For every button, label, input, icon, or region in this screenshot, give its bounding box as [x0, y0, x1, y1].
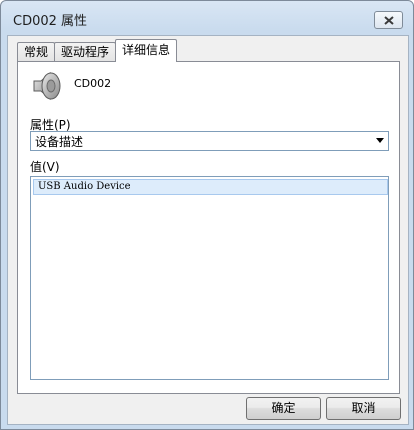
tab-driver[interactable]: 驱动程序 [54, 42, 117, 62]
dropdown-arrow-icon[interactable] [376, 138, 384, 143]
tab-details[interactable]: 详细信息 [115, 39, 178, 62]
cancel-button[interactable]: 取消 [326, 397, 401, 420]
list-item[interactable]: USB Audio Device [33, 179, 388, 195]
tab-strip: 常规 驱动程序 详细信息 [17, 39, 178, 62]
speaker-icon [33, 71, 61, 101]
value-label: 值(V) [30, 160, 60, 174]
property-selected-value: 设备描述 [35, 135, 84, 149]
details-panel: CD002 属性(P) 设备描述 值(V) USB Audio Device [17, 61, 400, 394]
title-bar[interactable]: CD002 属性 [1, 1, 413, 35]
dialog-client: 常规 驱动程序 详细信息 CD002 属性(P) 设备描述 值(V) USB A… [7, 35, 409, 425]
ok-button[interactable]: 确定 [246, 397, 321, 420]
properties-window: CD002 属性 常规 驱动程序 详细信息 CD002 属性(P) 设备描述 值… [0, 0, 414, 430]
close-icon [383, 15, 394, 25]
window-title: CD002 属性 [13, 14, 88, 29]
property-dropdown[interactable]: 设备描述 [30, 131, 389, 151]
value-listbox[interactable]: USB Audio Device [30, 176, 389, 380]
close-button[interactable] [374, 11, 403, 29]
tab-general[interactable]: 常规 [17, 42, 56, 62]
device-name: CD002 [74, 77, 112, 90]
